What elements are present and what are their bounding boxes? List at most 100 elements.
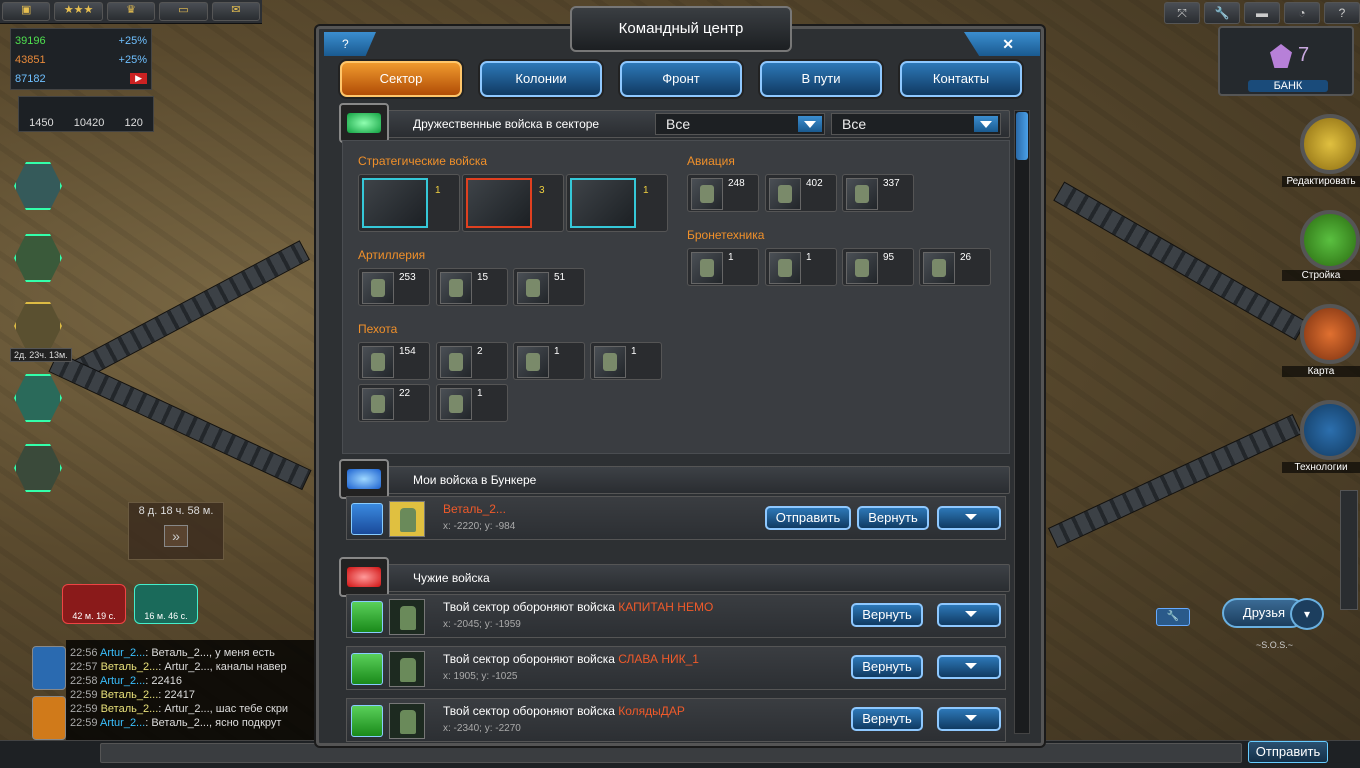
defend-prefix: Твой сектор обороняют войска bbox=[443, 652, 615, 666]
credits-value: 39196 bbox=[15, 34, 46, 47]
add-money-icon[interactable]: ▶ bbox=[130, 73, 147, 84]
fullscreen-icon[interactable]: ⤧ bbox=[1164, 2, 1200, 24]
chat-send-button[interactable]: Отправить bbox=[1248, 741, 1328, 763]
sos-label[interactable]: ~S.O.S.~ bbox=[1256, 640, 1293, 650]
ticket-icon[interactable]: ▭ bbox=[159, 2, 208, 21]
return-button[interactable]: Вернуть bbox=[857, 506, 929, 530]
artillery-unit-slot[interactable]: 15 bbox=[436, 268, 508, 306]
scout-timer[interactable]: 16 м. 46 с. bbox=[134, 584, 198, 624]
bank-panel[interactable]: 7 БАНК bbox=[1218, 26, 1354, 96]
strategic-unit-icon bbox=[466, 178, 532, 228]
infantry-unit-slot[interactable]: 154 bbox=[358, 342, 430, 380]
armor-unit-slot[interactable]: 1 bbox=[687, 248, 759, 286]
chat-people-icon[interactable] bbox=[32, 696, 66, 740]
player-name[interactable]: КАПИТАН НЕМО bbox=[618, 600, 713, 614]
chat-channel-icon[interactable] bbox=[32, 646, 66, 690]
help-icon[interactable]: ? bbox=[1324, 2, 1360, 24]
artillery-unit-slot[interactable]: 51 bbox=[513, 268, 585, 306]
chat-author[interactable]: Artur_2... bbox=[100, 647, 145, 659]
chevron-down-icon[interactable] bbox=[798, 116, 822, 132]
armor-unit-slot[interactable]: 26 bbox=[919, 248, 991, 286]
wrench-icon[interactable]: 🔧 bbox=[1204, 2, 1240, 24]
tab-contacts[interactable]: Контакты bbox=[900, 61, 1022, 97]
return-button[interactable]: Вернуть bbox=[851, 707, 923, 731]
tab-sector[interactable]: Сектор bbox=[340, 61, 462, 97]
chevron-down-icon[interactable] bbox=[974, 116, 998, 132]
player-name[interactable]: СЛАВА НИК_1 bbox=[618, 652, 699, 666]
rank-stars-icon[interactable]: ★★★ bbox=[54, 2, 103, 21]
aviation-unit-slot[interactable]: 337 bbox=[842, 174, 914, 212]
filter-select-1[interactable]: Все bbox=[655, 113, 825, 135]
send-button[interactable]: Отправить bbox=[765, 506, 851, 530]
unit-count: 95 bbox=[883, 252, 895, 263]
return-button[interactable]: Вернуть bbox=[851, 655, 923, 679]
profile-icon[interactable]: ▣ bbox=[2, 2, 51, 21]
friends-dropdown-icon[interactable]: ▾ bbox=[1290, 598, 1324, 630]
speedup-icon[interactable]: » bbox=[164, 525, 188, 547]
return-button[interactable]: Вернуть bbox=[851, 603, 923, 627]
chat-author[interactable]: Веталь_2... bbox=[101, 689, 159, 701]
chat-author[interactable]: Веталь_2... bbox=[101, 703, 159, 715]
infantry-unit-slot[interactable]: 2 bbox=[436, 342, 508, 380]
unit-count: 51 bbox=[554, 272, 566, 283]
trophy-icon[interactable]: ♛ bbox=[106, 2, 156, 21]
zoom-slider[interactable] bbox=[1340, 490, 1358, 610]
aviation-unit-slot[interactable]: 248 bbox=[687, 174, 759, 212]
flag-icon[interactable]: ▬ bbox=[1244, 2, 1280, 24]
chat-author[interactable]: Artur_2... bbox=[100, 675, 145, 687]
foreign-row-text: Твой сектор обороняют войска КАПИТАН НЕМ… bbox=[443, 600, 713, 614]
bunker-coords: x: -2220; y: -984 bbox=[443, 521, 516, 532]
bank-button[interactable]: БАНК bbox=[1248, 80, 1328, 92]
map-radar-icon[interactable] bbox=[1300, 304, 1360, 364]
row-dropdown-button[interactable] bbox=[937, 603, 1001, 627]
edit-gear-icon[interactable] bbox=[1300, 114, 1360, 174]
infantry-unit-slot[interactable]: 1 bbox=[513, 342, 585, 380]
row-dropdown-button[interactable] bbox=[937, 707, 1001, 731]
construction-timer: 8 д. 18 ч. 58 м. » bbox=[128, 502, 224, 560]
row-dropdown-button[interactable] bbox=[937, 506, 1001, 530]
aviation-unit-icon bbox=[769, 178, 801, 210]
counter-people: 1450 bbox=[29, 117, 54, 129]
dialog-title: Командный центр bbox=[570, 6, 792, 52]
unit-count: 22 bbox=[399, 388, 411, 399]
attack-timer[interactable]: 42 м. 19 с. bbox=[62, 584, 126, 624]
filter-select-2[interactable]: Все bbox=[831, 113, 1001, 135]
player-name[interactable]: КолядыДАР bbox=[618, 704, 685, 718]
foreign-section-title: Чужие войска bbox=[413, 571, 490, 585]
tab-front[interactable]: Фронт bbox=[620, 61, 742, 97]
armor-unit-slot[interactable]: 95 bbox=[842, 248, 914, 286]
titan-value: 43851 bbox=[15, 53, 46, 66]
infantry-unit-icon bbox=[594, 346, 626, 378]
strategic-unit-slot[interactable]: 3 bbox=[462, 174, 564, 232]
strategic-unit-slot[interactable]: 1 bbox=[566, 174, 668, 232]
unit-count: 1 bbox=[631, 346, 637, 357]
build-tools-icon[interactable] bbox=[1300, 210, 1360, 270]
infantry-unit-slot[interactable]: 22 bbox=[358, 384, 430, 422]
tech-icon[interactable] bbox=[1300, 400, 1360, 460]
chat-author[interactable]: Artur_2... bbox=[100, 717, 145, 729]
armor-unit-slot[interactable]: 1 bbox=[765, 248, 837, 286]
dialog-scrollbar[interactable] bbox=[1014, 110, 1030, 734]
crystal-icon bbox=[1270, 44, 1292, 68]
tab-colonies[interactable]: Колонии bbox=[480, 61, 602, 97]
tech-label: Технологии bbox=[1282, 462, 1360, 473]
artillery-unit-icon bbox=[440, 272, 472, 304]
shield-icon bbox=[351, 601, 383, 633]
infantry-unit-slot[interactable]: 1 bbox=[590, 342, 662, 380]
row-dropdown-button[interactable] bbox=[937, 655, 1001, 679]
chat-input[interactable] bbox=[100, 743, 1242, 763]
chat-author[interactable]: Веталь_2... bbox=[101, 661, 159, 673]
bank-value: 7 bbox=[1298, 44, 1310, 66]
money-value: 87182 bbox=[15, 72, 46, 85]
scrollbar-thumb[interactable] bbox=[1016, 112, 1028, 160]
unit-count: 2 bbox=[477, 346, 483, 357]
chat-message: : Artur_2..., каналы навер bbox=[158, 661, 287, 673]
mail-icon[interactable]: ✉ bbox=[211, 2, 261, 21]
signal-icon[interactable]: ◔ bbox=[1284, 2, 1320, 24]
tab-in-transit[interactable]: В пути bbox=[760, 61, 882, 97]
strategic-unit-slot[interactable]: 1 bbox=[358, 174, 460, 232]
artillery-unit-slot[interactable]: 253 bbox=[358, 268, 430, 306]
aviation-unit-slot[interactable]: 402 bbox=[765, 174, 837, 212]
settings-wrench-icon[interactable]: 🔧 bbox=[1156, 608, 1190, 626]
infantry-unit-slot[interactable]: 1 bbox=[436, 384, 508, 422]
